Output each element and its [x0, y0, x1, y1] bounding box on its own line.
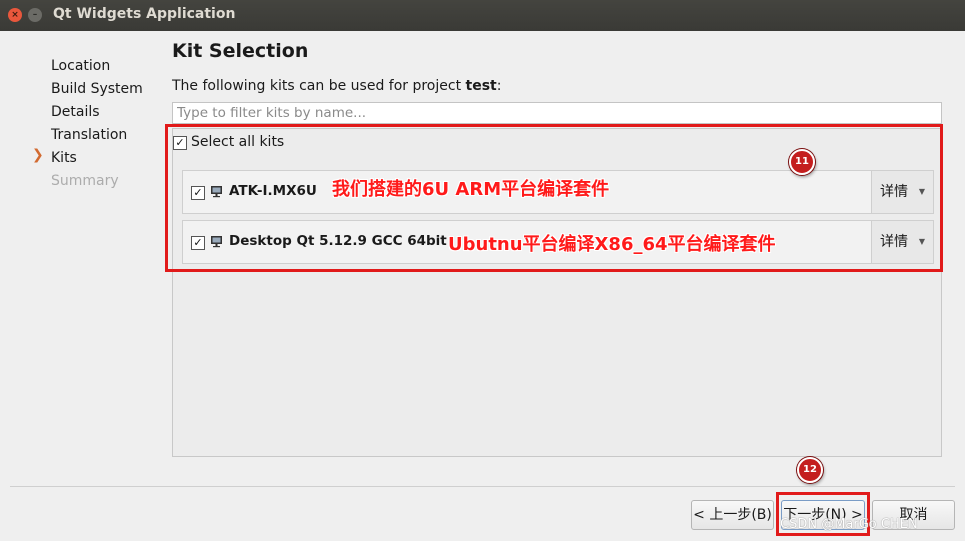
page-title: Kit Selection	[172, 40, 309, 62]
footer-divider	[10, 486, 955, 487]
step-kits: Kits	[51, 150, 77, 166]
step-badge-12: 12	[797, 457, 823, 483]
description-colon: :	[496, 78, 502, 94]
step-translation: Translation	[51, 127, 128, 143]
page-description: The following kits can be used for proje…	[172, 78, 501, 94]
step-details: Details	[51, 104, 100, 120]
kit1-annotation: 我们搭建的6U ARM平台编译套件	[332, 179, 610, 200]
current-step-arrow-icon: ❯	[32, 147, 44, 163]
step-badge-11: 11	[789, 149, 815, 175]
project-name: test	[465, 78, 497, 94]
watermark-text: CSDN @MarGo CHEN	[780, 517, 918, 532]
step-build-system: Build System	[51, 81, 143, 97]
close-window-button[interactable]: ×	[8, 8, 22, 22]
minimize-window-button[interactable]: –	[28, 8, 42, 22]
window-title: Qt Widgets Application	[53, 6, 236, 22]
title-bar: × – Qt Widgets Application	[0, 0, 965, 31]
description-text: The following kits can be used for proje…	[172, 78, 466, 94]
step-location: Location	[51, 58, 111, 74]
wizard-steps-sidebar	[0, 31, 165, 481]
kit-filter-input[interactable]	[172, 102, 942, 124]
kit2-annotation: Ubutnu平台编译X86_64平台编译套件	[448, 234, 776, 255]
step-summary: Summary	[51, 173, 119, 189]
back-button[interactable]: < 上一步(B)	[691, 500, 774, 530]
